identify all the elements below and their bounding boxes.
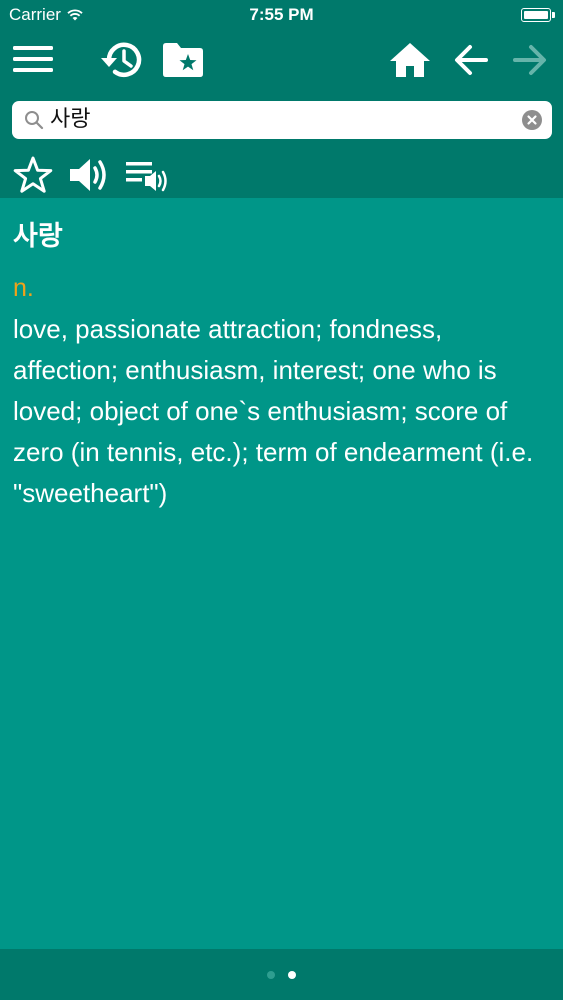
pronounce-button[interactable] [68, 155, 112, 195]
back-button[interactable] [452, 42, 490, 78]
entry-content: 사랑 n. love, passionate attraction; fondn… [13, 218, 553, 514]
search-bar [12, 101, 552, 139]
search-icon [25, 111, 44, 130]
page-dot-1[interactable] [267, 971, 275, 979]
back-arrow-icon [455, 45, 488, 75]
clear-search-button[interactable] [522, 110, 542, 130]
forward-arrow-icon [513, 45, 546, 75]
play-list-button[interactable] [123, 157, 171, 195]
status-bar: Carrier 7:55 PM [0, 0, 563, 30]
playlist-audio-icon [126, 162, 167, 192]
favorites-folder-icon [163, 43, 203, 77]
home-button[interactable] [388, 40, 432, 80]
page-dot-2[interactable] [288, 971, 296, 979]
part-of-speech: n. [13, 274, 34, 302]
speaker-icon [70, 159, 106, 191]
favorite-toggle-button[interactable] [12, 155, 54, 195]
history-button[interactable] [99, 38, 145, 82]
search-input[interactable] [50, 101, 520, 139]
status-time: 7:55 PM [249, 5, 314, 24]
forward-button[interactable] [511, 42, 549, 78]
definition-text: love, passionate attraction; fondness, a… [13, 314, 534, 508]
battery-icon [521, 8, 555, 22]
bottom-bar [0, 949, 563, 1000]
menu-icon [13, 46, 53, 72]
home-icon [390, 43, 430, 77]
star-icon [13, 156, 53, 193]
favorites-button[interactable] [161, 40, 205, 80]
history-icon [101, 42, 142, 78]
menu-button[interactable] [12, 42, 54, 76]
clear-icon [527, 115, 537, 125]
headword: 사랑 [13, 221, 63, 252]
